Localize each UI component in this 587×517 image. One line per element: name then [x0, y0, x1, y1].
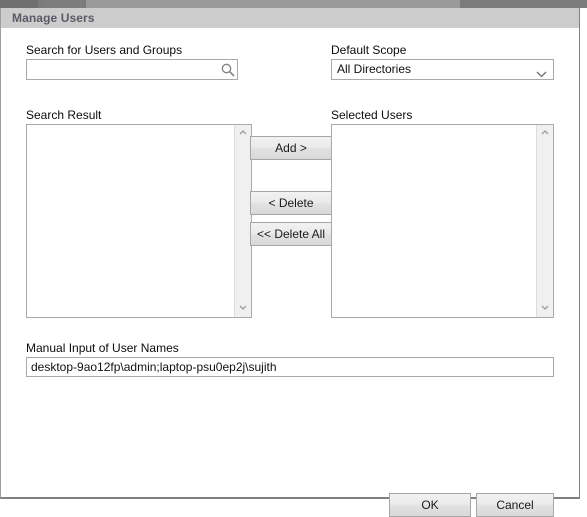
default-scope-label: Default Scope: [331, 43, 407, 57]
search-input[interactable]: [26, 59, 238, 80]
search-result-listbox[interactable]: [26, 124, 252, 318]
background-window-segment: [44, 0, 82, 8]
dialog-content: Search for Users and Groups Default Scop…: [1, 28, 579, 517]
selected-users-items: [332, 125, 536, 317]
background-window-segment: [464, 0, 587, 8]
chevron-down-icon[interactable]: [235, 300, 251, 317]
ok-button[interactable]: OK: [389, 493, 471, 517]
background-window-segment: [0, 0, 38, 8]
dialog-titlebar: Manage Users: [1, 8, 579, 28]
selected-users-listbox[interactable]: [331, 124, 554, 318]
search-result-label: Search Result: [26, 108, 102, 122]
add-button[interactable]: Add >: [250, 136, 332, 160]
default-scope-select[interactable]: All Directories: [331, 59, 554, 80]
desktop-backdrop: [0, 0, 587, 8]
chevron-down-icon: [536, 67, 547, 78]
default-scope-value: All Directories: [337, 62, 412, 76]
search-result-scrollbar[interactable]: [234, 125, 251, 317]
background-window-segment: [86, 0, 460, 8]
manual-input-field[interactable]: [26, 357, 554, 377]
manage-users-dialog: Manage Users Search for Users and Groups…: [0, 8, 580, 517]
cancel-button[interactable]: Cancel: [476, 493, 554, 517]
delete-button[interactable]: < Delete: [250, 191, 332, 215]
chevron-up-icon[interactable]: [235, 125, 251, 142]
search-result-items: [27, 125, 234, 317]
delete-all-button[interactable]: << Delete All: [250, 222, 332, 246]
dialog-title: Manage Users: [12, 11, 95, 25]
selected-users-scrollbar[interactable]: [536, 125, 553, 317]
search-label: Search for Users and Groups: [26, 43, 183, 57]
manual-input-label: Manual Input of User Names: [26, 341, 179, 355]
selected-users-label: Selected Users: [331, 108, 413, 122]
chevron-up-icon[interactable]: [537, 125, 553, 142]
chevron-down-icon[interactable]: [537, 300, 553, 317]
